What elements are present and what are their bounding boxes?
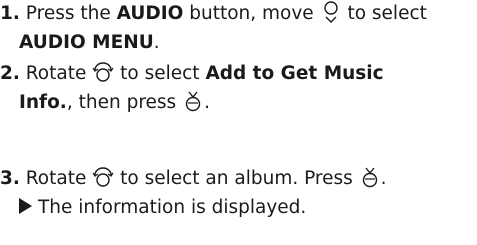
step-3: 3. Rotate to select an album. Press . Th… <box>0 164 477 222</box>
dial-move-down-icon <box>320 1 342 23</box>
result-text: The information is displayed. <box>38 197 307 218</box>
step-1-line-1: 1. Press the AUDIO button, move to selec… <box>0 1 427 24</box>
add-to-get-music-label: Add to Get Music <box>205 63 384 84</box>
step-2-line-2: Info., then press . <box>19 90 210 113</box>
dial-press-icon <box>182 90 204 112</box>
step-3-line-1: 3. Rotate to select an album. Press . <box>0 166 387 189</box>
audio-menu-label: AUDIO MENU <box>19 32 154 53</box>
result-arrow-icon <box>19 198 32 214</box>
step-1: 1. Press the AUDIO button, move to selec… <box>0 0 477 57</box>
step-1-line-2: AUDIO MENU. <box>19 32 160 53</box>
step-3-number: 3. <box>0 168 20 189</box>
step-2-line-1: 2. Rotate to select Add to Get Music <box>0 61 384 84</box>
dial-press-icon <box>359 166 381 188</box>
dial-rotate-icon <box>92 61 114 83</box>
step-2-number: 2. <box>0 63 20 84</box>
dial-rotate-icon <box>92 166 114 188</box>
step-1-number: 1. <box>0 3 20 24</box>
step-2: 2. Rotate to select Add to Get Music Inf… <box>0 59 477 117</box>
audio-button-label: AUDIO <box>116 3 184 24</box>
step-3-result: The information is displayed. <box>0 193 477 222</box>
info-label: Info. <box>19 92 67 113</box>
